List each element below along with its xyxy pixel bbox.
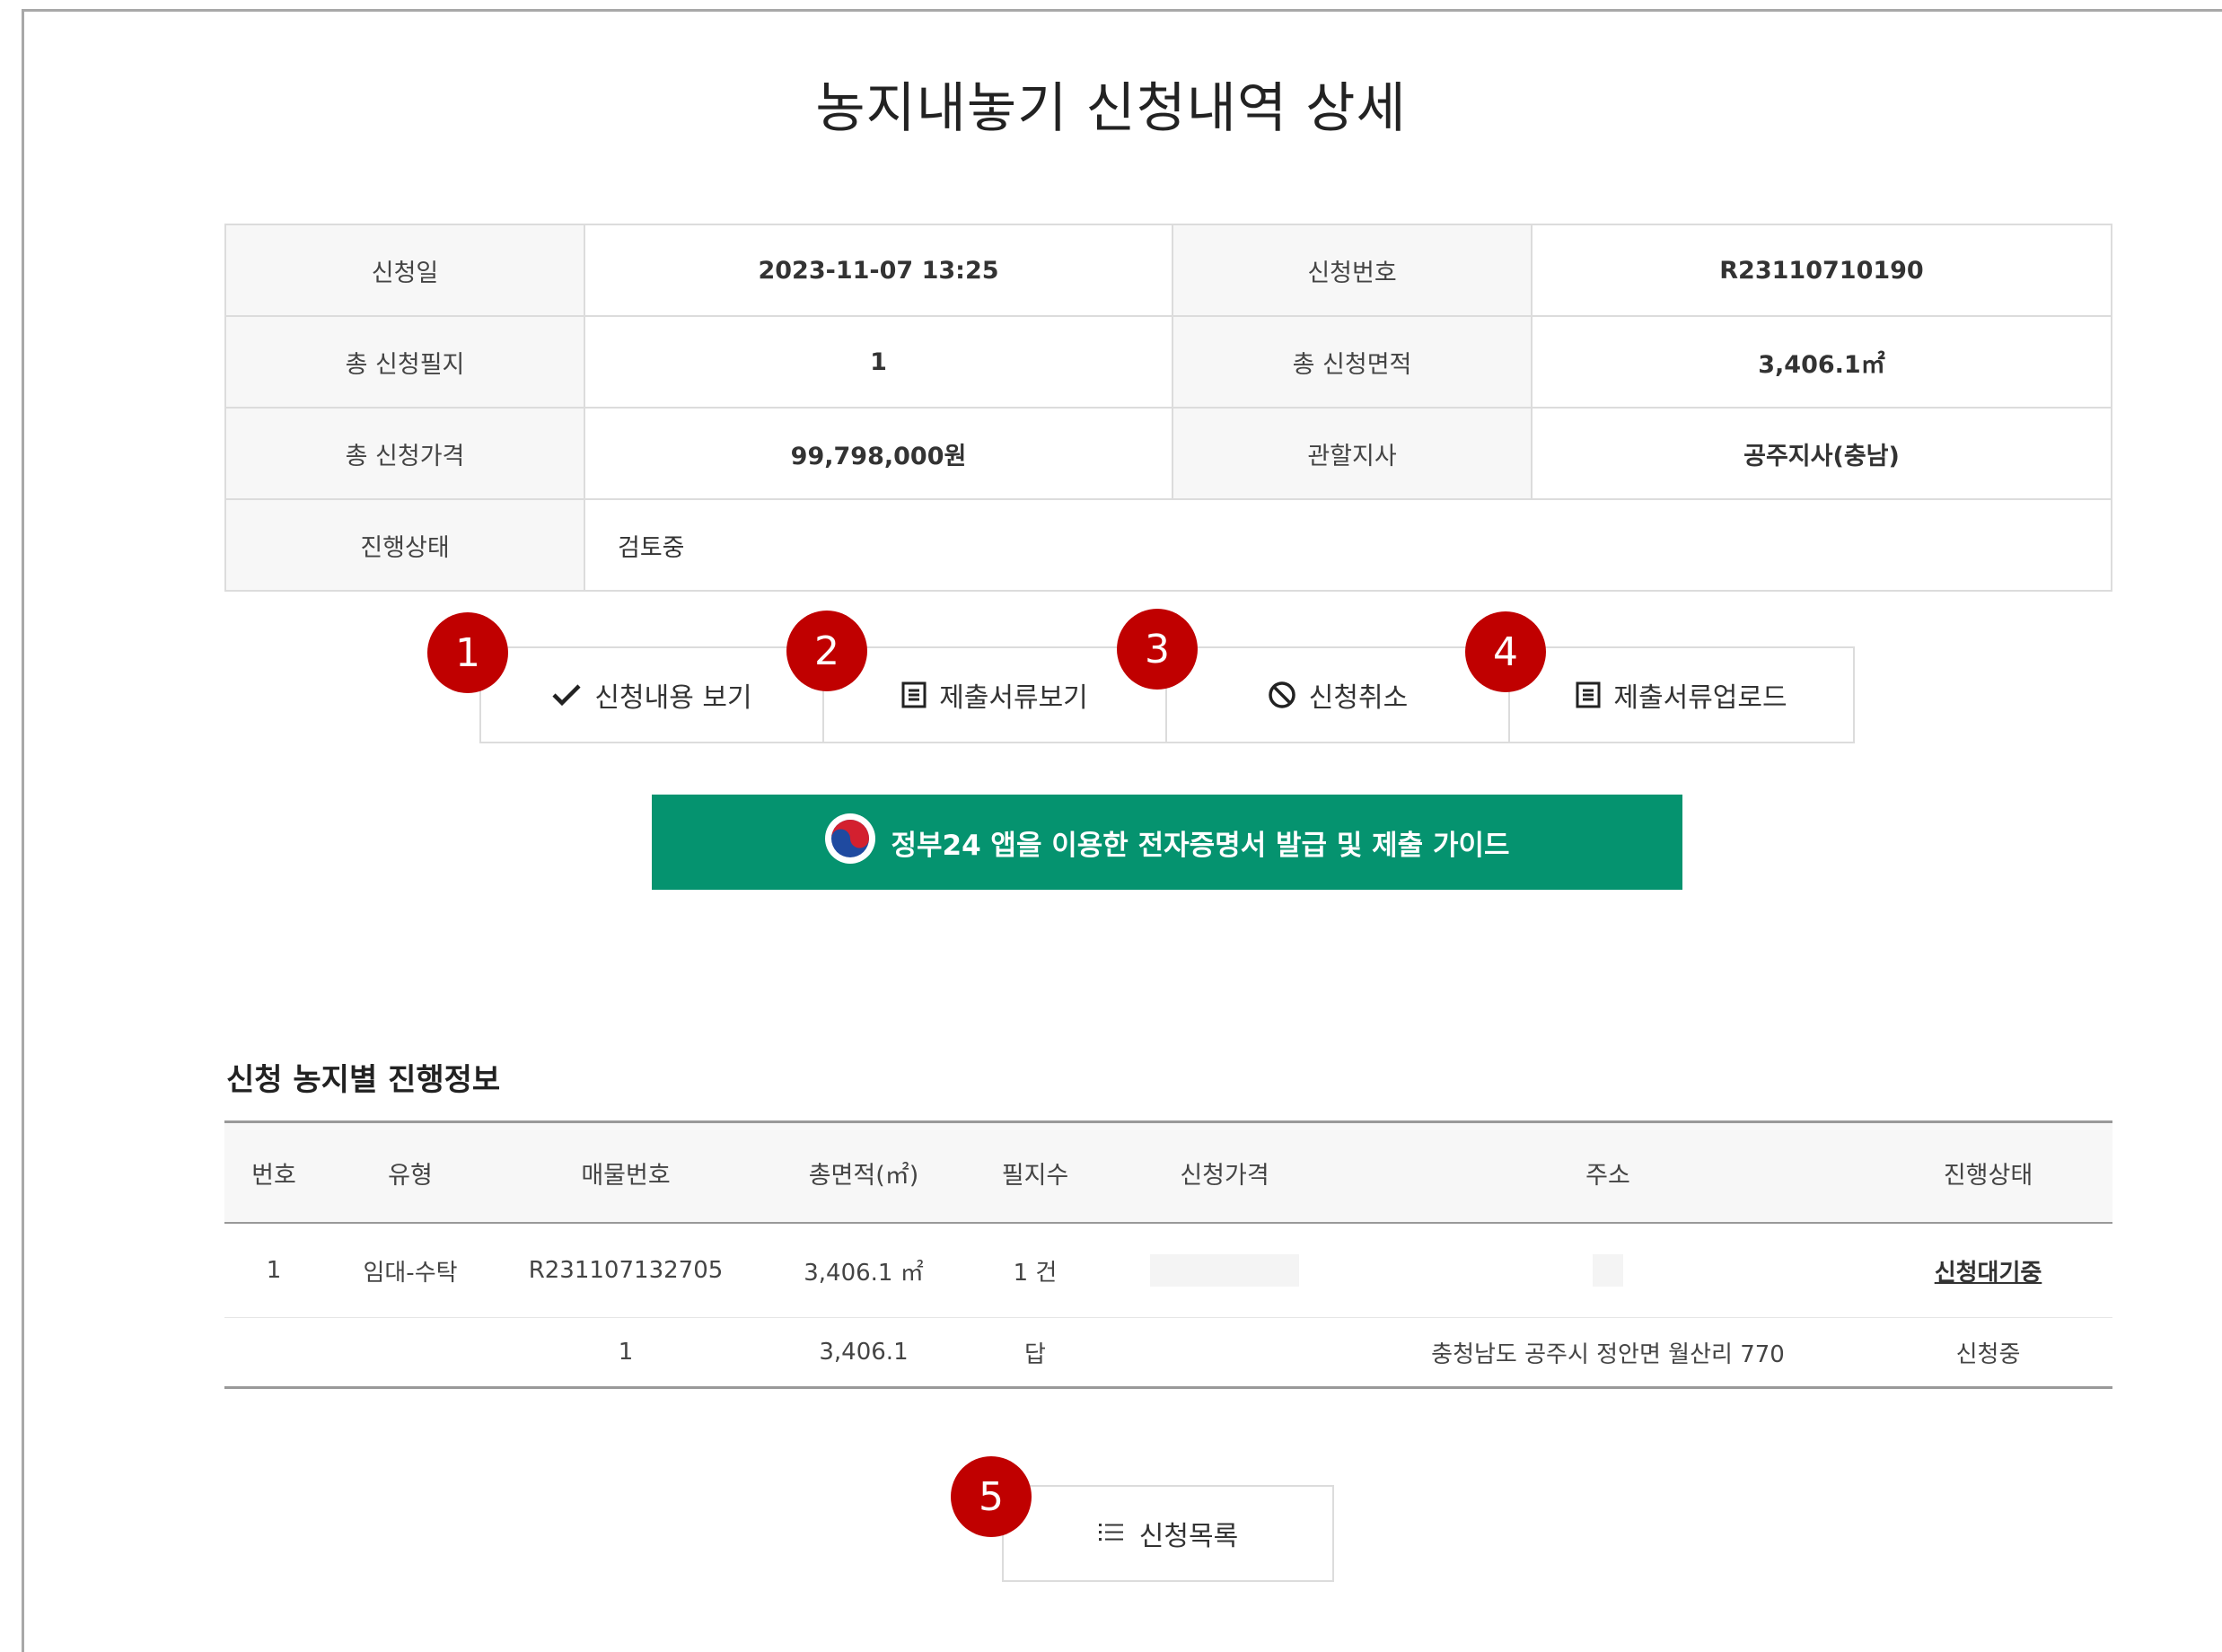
- row-status-link[interactable]: 신청대기중: [1864, 1223, 2112, 1318]
- row-area: 3,406.1 ㎡: [754, 1223, 973, 1318]
- gov24-guide-label: 정부24 앱을 이용한 전자증명서 발급 및 제출 가이드: [891, 829, 1510, 862]
- col-header-area: 총면적(㎡): [754, 1120, 973, 1224]
- row-type: 임대-수탁: [323, 1223, 497, 1318]
- row-parcels: 1 건: [973, 1223, 1097, 1318]
- callout-badge-5: 5: [951, 1456, 1032, 1537]
- redaction-block: [1150, 1254, 1299, 1287]
- apply-date-label: 신청일: [224, 224, 585, 317]
- status-value: 검토중: [584, 498, 2112, 592]
- callout-badge-1: 1: [427, 612, 508, 693]
- redaction-block: [1593, 1254, 1623, 1287]
- progress-table: 번호 유형 매물번호 총면적(㎡) 필지수 신청가격 주소 진행상태 1 임대-…: [224, 1120, 2112, 1389]
- sub-row-empty: [224, 1317, 323, 1389]
- col-header-price: 신청가격: [1097, 1120, 1352, 1224]
- application-list-label: 신청목록: [1138, 1521, 1239, 1552]
- row-price-redacted: [1097, 1223, 1352, 1318]
- status-label: 진행상태: [224, 498, 585, 592]
- info-row: 신청일 2023-11-07 13:25 신청번호 R23110710190: [224, 224, 2112, 317]
- apply-date-value: 2023-11-07 13:25: [584, 224, 1173, 317]
- upload-documents-label: 제출서류업로드: [1613, 682, 1787, 714]
- prohibit-icon: [1268, 681, 1296, 709]
- apply-no-value: R23110710190: [1531, 224, 2112, 317]
- info-row: 총 신청필지 1 총 신청면적 3,406.1㎡: [224, 315, 2112, 409]
- table-header-row: 번호 유형 매물번호 총면적(㎡) 필지수 신청가격 주소 진행상태: [224, 1120, 2112, 1224]
- progress-section-title: 신청 농지별 진행정보: [226, 1062, 501, 1098]
- view-documents-button[interactable]: 제출서류보기: [824, 648, 1167, 742]
- application-summary-table: 신청일 2023-11-07 13:25 신청번호 R23110710190 총…: [224, 224, 2112, 592]
- view-application-button[interactable]: 신청내용 보기: [481, 648, 824, 742]
- sub-row-address: 충청남도 공주시 정안면 월산리 770: [1352, 1317, 1864, 1389]
- callout-badge-2: 2: [786, 611, 867, 691]
- branch-value: 공주지사(충남): [1531, 407, 2112, 500]
- cancel-application-button[interactable]: 신청취소: [1167, 648, 1510, 742]
- table-row: 1 임대-수탁 R231107132705 3,406.1 ㎡ 1 건 신청대기…: [224, 1223, 2112, 1318]
- row-item-no: R231107132705: [497, 1223, 754, 1318]
- sub-row-item-no: 1: [497, 1317, 754, 1389]
- info-row: 총 신청가격 99,798,000원 관할지사 공주지사(충남): [224, 407, 2112, 500]
- row-no: 1: [224, 1223, 323, 1318]
- row-address-redacted: [1352, 1223, 1864, 1318]
- list-icon: [1098, 1518, 1125, 1550]
- page-title: 농지내놓기 신청내역 상세: [815, 77, 1407, 140]
- callout-badge-3: 3: [1117, 609, 1198, 690]
- total-price-label: 총 신청가격: [224, 407, 585, 500]
- total-parcels-value: 1: [584, 315, 1173, 409]
- branch-label: 관할지사: [1172, 407, 1533, 500]
- col-header-type: 유형: [323, 1120, 497, 1224]
- view-application-label: 신청내용 보기: [594, 682, 752, 714]
- upload-documents-button[interactable]: 제출서류업로드: [1510, 648, 1853, 742]
- table-sub-row: 1 3,406.1 답 충청남도 공주시 정안면 월산리 770 신청중: [224, 1317, 2112, 1389]
- view-documents-label: 제출서류보기: [939, 682, 1088, 714]
- sub-row-empty: [1097, 1317, 1352, 1389]
- total-parcels-label: 총 신청필지: [224, 315, 585, 409]
- col-header-no: 번호: [224, 1120, 323, 1224]
- sub-row-area: 3,406.1: [754, 1317, 973, 1389]
- col-header-status: 진행상태: [1864, 1120, 2112, 1224]
- total-area-label: 총 신청면적: [1172, 315, 1533, 409]
- taegeuk-emblem-icon: [824, 813, 876, 872]
- sub-row-land-type: 답: [973, 1317, 1097, 1389]
- info-row: 진행상태 검토중: [224, 498, 2112, 592]
- apply-no-label: 신청번호: [1172, 224, 1533, 317]
- check-icon: [551, 682, 582, 707]
- cancel-application-label: 신청취소: [1308, 682, 1409, 714]
- col-header-address: 주소: [1352, 1120, 1864, 1224]
- gov24-guide-button[interactable]: 정부24 앱을 이용한 전자증명서 발급 및 제출 가이드: [652, 795, 1682, 890]
- col-header-parcels: 필지수: [973, 1120, 1097, 1224]
- application-list-button[interactable]: 신청목록: [1002, 1485, 1334, 1582]
- total-price-value: 99,798,000원: [584, 407, 1173, 500]
- total-area-value: 3,406.1㎡: [1531, 315, 2112, 409]
- sub-row-empty: [323, 1317, 497, 1389]
- sub-row-status: 신청중: [1864, 1317, 2112, 1389]
- col-header-item-no: 매물번호: [497, 1120, 754, 1224]
- document-icon: [1576, 681, 1601, 708]
- callout-badge-4: 4: [1465, 611, 1546, 692]
- document-icon: [901, 681, 927, 708]
